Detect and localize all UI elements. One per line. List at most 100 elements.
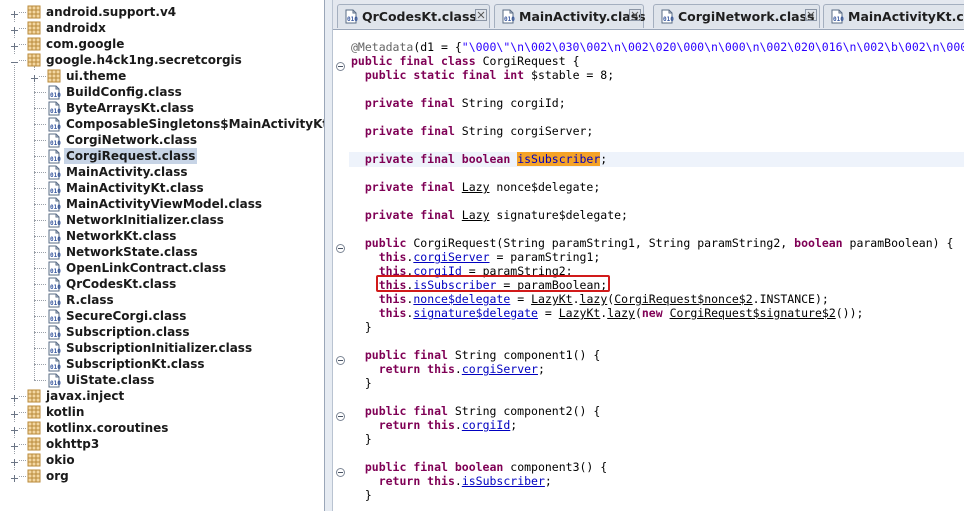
tab-mainactivitykt-class[interactable]: 010 MainActivityKt.class (823, 4, 964, 28)
fold-toggle-icon[interactable] (336, 350, 345, 365)
search-highlight: isSubscriber (517, 152, 601, 166)
tree-class-mainactivitykt-class[interactable]: 010 MainActivityKt.class (0, 180, 324, 196)
tree-package-android-support-v4[interactable]: android.support.v4 (0, 4, 324, 20)
tree-class-corginetwork-class[interactable]: 010 CorgiNetwork.class (0, 132, 324, 148)
code-token: Lazy (461, 180, 490, 194)
code-token: private final (364, 180, 462, 194)
class-file-icon: 010 (47, 373, 61, 388)
tree-class-networkinitializer-class[interactable]: 010 NetworkInitializer.class (0, 212, 324, 228)
close-tab-icon[interactable] (805, 9, 817, 21)
tree-node-label: CorgiNetwork.class (66, 133, 197, 147)
code-token: = (510, 292, 532, 306)
close-tab-icon[interactable] (629, 9, 641, 21)
tree-package-okio[interactable]: okio (0, 452, 324, 468)
fold-toggle-icon[interactable] (336, 406, 345, 421)
fold-toggle-icon[interactable] (336, 56, 345, 71)
collapse-icon[interactable] (10, 55, 19, 64)
code-line: } (351, 376, 372, 390)
class-file-icon: 010 (47, 101, 61, 116)
expand-icon[interactable] (10, 391, 19, 402)
package-icon (27, 453, 41, 467)
tree-class-composablesingletons-mainactivitykt-class[interactable]: 010 ComposableSingletons$MainActivityKt.c… (0, 116, 324, 132)
code-token: String component1() { (454, 348, 601, 362)
tree-connector (34, 220, 46, 221)
tree-node-label: SecureCorgi.class (66, 309, 187, 323)
class-file-icon: 010 (47, 357, 61, 372)
code-token: .INSTANCE); (752, 292, 829, 306)
code-editor[interactable]: 010 QrCodesKt.class 010 MainActivity.class 0… (333, 0, 964, 511)
code-line: private final String corgiId; (351, 96, 566, 110)
expand-icon[interactable] (10, 439, 19, 450)
tree-class-buildconfig-class[interactable]: 010 BuildConfig.class (0, 84, 324, 100)
svg-text:010: 010 (50, 380, 61, 387)
tree-class-subscription-class[interactable]: 010 Subscription.class (0, 324, 324, 340)
tree-class-mainactivityviewmodel-class[interactable]: 010 MainActivityViewModel.class (0, 196, 324, 212)
tree-class-corgirequest-class[interactable]: 010 CorgiRequest.class (0, 148, 324, 164)
tab-qrcodeskt-class[interactable]: 010 QrCodesKt.class (337, 4, 490, 28)
expand-icon[interactable] (30, 71, 39, 82)
code-line: private final boolean isSubscriber; (351, 152, 607, 166)
tree-class-subscriptioninitializer-class[interactable]: 010 SubscriptionInitializer.class (0, 340, 324, 356)
code-token: paramBoolean) { (842, 236, 954, 250)
tree-node-label: ui.theme (66, 69, 127, 83)
code-token: private final (364, 96, 462, 110)
tree-class-r-class[interactable]: 010 R.class (0, 292, 324, 308)
tree-class-openlinkcontract-class[interactable]: 010 OpenLinkContract.class (0, 260, 324, 276)
expand-icon[interactable] (10, 23, 19, 34)
tree-package-kotlinx-coroutines[interactable]: kotlinx.coroutines (0, 420, 324, 436)
tree-class-bytearrayskt-class[interactable]: 010 ByteArraysKt.class (0, 100, 324, 116)
tree-class-mainactivity-class[interactable]: 010 MainActivity.class (0, 164, 324, 180)
code-token: boolean (794, 236, 843, 250)
pane-splitter[interactable] (325, 0, 333, 511)
tree-class-uistate-class[interactable]: 010 UiState.class (0, 372, 324, 388)
tree-package-ui-theme[interactable]: ui.theme (0, 68, 324, 84)
expand-icon[interactable] (10, 423, 19, 434)
tree-connector (34, 156, 46, 157)
tree-class-subscriptionkt-class[interactable]: 010 SubscriptionKt.class (0, 356, 324, 372)
tab-corginetwork-class[interactable]: 010 CorgiNetwork.class (653, 4, 820, 28)
expand-icon[interactable] (10, 39, 19, 50)
class-file-icon: 010 (47, 133, 61, 148)
tree-package-okhttp3[interactable]: okhttp3 (0, 436, 324, 452)
tree-node-label: kotlinx.coroutines (46, 421, 169, 435)
tree-package-androidx[interactable]: androidx (0, 20, 324, 36)
package-icon (27, 53, 41, 67)
tree-class-networkkt-class[interactable]: 010 NetworkKt.class (0, 228, 324, 244)
class-file-icon: 010 (47, 117, 61, 132)
fold-toggle-icon[interactable] (336, 238, 345, 253)
code-token: ; (600, 152, 608, 166)
code-token: LazyKt (531, 292, 573, 306)
package-explorer-tree[interactable]: android.support.v4 androidx com.google goog… (0, 0, 325, 511)
close-tab-icon[interactable] (475, 9, 487, 21)
code-line: this.nonce$delegate = LazyKt.lazy(CorgiR… (351, 292, 829, 306)
code-token: ()); (835, 306, 864, 320)
class-file-icon: 010 (47, 261, 61, 276)
svg-text:010: 010 (50, 124, 61, 131)
tree-class-qrcodeskt-class[interactable]: 010 QrCodesKt.class (0, 276, 324, 292)
svg-text:010: 010 (50, 236, 61, 243)
expand-icon[interactable] (10, 471, 19, 482)
tab-mainactivity-class[interactable]: 010 MainActivity.class (494, 4, 646, 28)
expand-icon[interactable] (10, 7, 19, 18)
tree-class-securecorgi-class[interactable]: 010 SecureCorgi.class (0, 308, 324, 324)
tree-class-networkstate-class[interactable]: 010 NetworkState.class (0, 244, 324, 260)
package-icon (27, 437, 41, 451)
fold-toggle-icon[interactable] (336, 462, 345, 477)
code-line: public static final int $stable = 8; (351, 68, 614, 82)
expand-icon[interactable] (10, 455, 19, 466)
tree-package-google-h4ck1ng-secretcorgis[interactable]: google.h4ck1ng.secretcorgis (0, 52, 324, 68)
decompiled-source[interactable]: @Metadata(d1 = {"\000\"\n\002\030\002\n\… (351, 30, 964, 511)
tab-label: MainActivity.class (519, 9, 646, 24)
class-file-icon: 010 (47, 213, 61, 228)
tree-package-kotlin[interactable]: kotlin (0, 404, 324, 420)
tree-package-javax-inject[interactable]: javax.inject (0, 388, 324, 404)
expand-icon[interactable] (10, 407, 19, 418)
tree-package-com-google[interactable]: com.google (0, 36, 324, 52)
tree-package-org[interactable]: org (0, 468, 324, 484)
tree-node-label: NetworkState.class (66, 245, 198, 259)
code-token: . (454, 418, 462, 432)
